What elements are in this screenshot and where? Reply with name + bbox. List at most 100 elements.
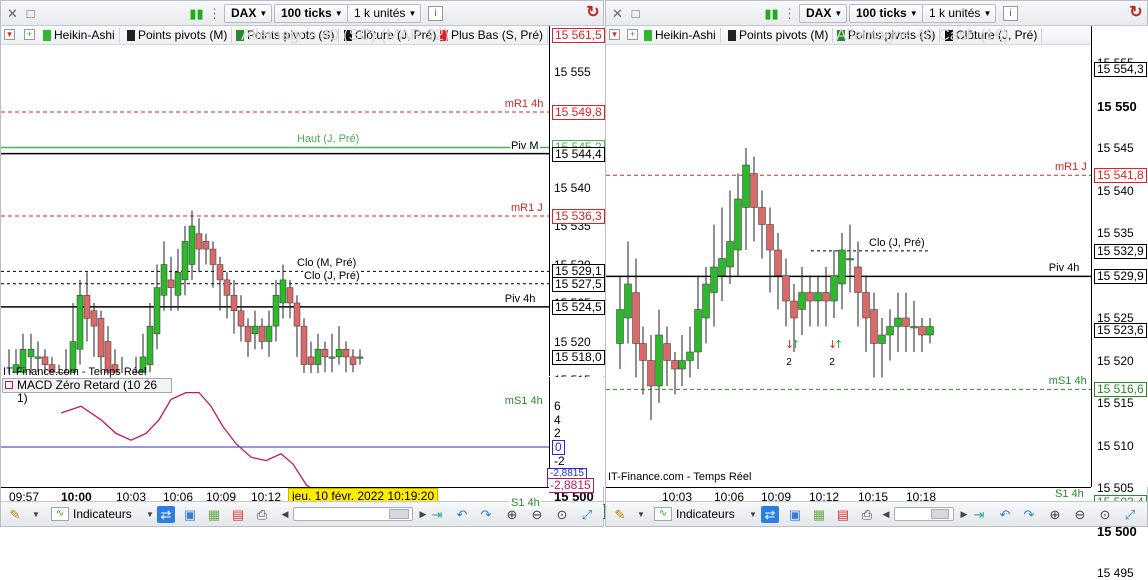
zoom-in-icon[interactable]: ⊕ <box>1046 506 1064 523</box>
zoom-out-icon[interactable]: ⊖ <box>1071 506 1089 523</box>
macd-axis[interactable]: 6420-20-2,8815-2,8815 <box>547 377 604 493</box>
close-icon[interactable]: ✕ <box>5 6 20 21</box>
history-scrollbar[interactable] <box>293 507 413 521</box>
candle-body <box>854 266 862 293</box>
goto-end-icon[interactable]: ⇥ <box>428 506 446 523</box>
price-tick-label: 15 495 <box>1097 566 1134 580</box>
info-button[interactable]: i <box>428 6 443 21</box>
indicators-button[interactable]: ∿ Indicateurs <box>654 505 735 524</box>
print-icon[interactable]: ⎙ <box>858 506 876 523</box>
candle-body <box>694 309 702 353</box>
candle-body <box>870 309 878 344</box>
candle-body <box>678 360 686 370</box>
redo-icon[interactable]: ↷ <box>1020 506 1038 523</box>
candle-body <box>188 225 196 265</box>
candlestick-icon[interactable]: ▮▮ <box>189 6 204 21</box>
left-price-chart[interactable] <box>1 45 549 373</box>
redo-icon[interactable]: ↷ <box>477 506 495 523</box>
draw-menu-icon[interactable]: ▼ <box>632 506 650 523</box>
scrollbar-thumb[interactable] <box>931 509 949 519</box>
candle-body <box>902 317 910 327</box>
history-scrollbar[interactable] <box>894 507 954 521</box>
zoom-reset-icon[interactable]: ⊙ <box>553 506 571 523</box>
remove-indicator-icon[interactable]: ▾ <box>609 29 620 40</box>
indicators-button[interactable]: ∿ Indicateurs <box>51 505 132 524</box>
draw-pencil-icon[interactable]: ✎ <box>6 506 24 523</box>
share-icon[interactable]: ⇄ <box>157 506 175 523</box>
scrollbar-thumb[interactable] <box>389 509 409 519</box>
left-price-axis[interactable]: 15 55515 55015 54515 54015 53515 53015 5… <box>549 26 605 519</box>
undo-icon[interactable]: ↶ <box>996 506 1014 523</box>
grid-icon[interactable]: ▤ <box>229 506 247 523</box>
candle-body <box>279 279 287 304</box>
grid-icon[interactable]: ▤ <box>834 506 852 523</box>
add-indicator-icon[interactable]: + <box>627 29 638 40</box>
candle-body <box>624 283 632 319</box>
legend-plus-bas[interactable]: Plus Bas (S, Pré) <box>438 28 549 43</box>
instrument-menu-icon[interactable]: ⋮ <box>207 6 222 21</box>
candle-body <box>862 292 870 319</box>
candle-body <box>806 292 814 302</box>
price-tag: 15 544,4 <box>552 146 605 162</box>
comment-icon[interactable]: ▣ <box>786 506 804 523</box>
dock-icon[interactable]: □ <box>628 6 643 21</box>
legend-heikin-ashi[interactable]: Heikin-Ashi <box>642 28 721 43</box>
add-indicator-icon[interactable]: + <box>24 29 35 40</box>
legend-heikin-ashi[interactable]: Heikin-Ashi <box>41 28 120 43</box>
candle-body <box>655 334 663 387</box>
candle-body <box>167 279 175 288</box>
share-icon[interactable]: ⇄ <box>761 506 779 523</box>
right-price-axis[interactable]: 15 55515 55015 54515 54015 53515 53015 5… <box>1091 26 1148 580</box>
goto-end-icon[interactable]: ⇥ <box>970 506 988 523</box>
print-icon[interactable]: ⎙ <box>253 506 271 523</box>
legend-pivots-m[interactable]: Points pivots (M) <box>125 28 233 43</box>
candle-body <box>926 326 934 336</box>
level-label-piv_4h: Piv 4h <box>1047 262 1081 275</box>
draw-pencil-icon[interactable]: ✎ <box>611 506 629 523</box>
fit-icon[interactable]: ⤢ <box>1121 506 1139 523</box>
refresh-icon[interactable]: ↻ <box>1127 4 1145 22</box>
undo-icon[interactable]: ↶ <box>453 506 471 523</box>
remove-indicator-icon[interactable]: ▾ <box>4 29 15 40</box>
zoom-reset-icon[interactable]: ⊙ <box>1096 506 1114 523</box>
candle-body <box>774 249 782 276</box>
signal-arrow-icon: ↑ <box>834 338 843 351</box>
candle-body <box>878 334 886 344</box>
ticks-select[interactable]: 100 ticks ▼ <box>849 4 923 23</box>
level-label-s1_4h: S1 4h <box>1054 487 1085 500</box>
instrument-menu-icon[interactable]: ⋮ <box>782 6 797 21</box>
indicators-menu-icon[interactable]: ▼ <box>744 506 762 523</box>
candlestick-icon[interactable]: ▮▮ <box>764 6 779 21</box>
scroll-left-end-icon[interactable]: ◀ <box>276 506 294 523</box>
legend-pivots-m[interactable]: Points pivots (M) <box>726 28 834 43</box>
ticks-select[interactable]: 100 ticks ▼ <box>274 4 348 23</box>
info-button[interactable]: i <box>1003 6 1018 21</box>
close-icon[interactable]: ✕ <box>610 6 625 21</box>
right-price-chart[interactable]: ↓↑2↓↑2 <box>606 45 1091 485</box>
instrument-select[interactable]: DAX ▼ <box>224 4 273 23</box>
price-tick-label: 15 510 <box>1097 438 1134 453</box>
candle-body <box>742 164 750 208</box>
macd-tick-label: 2 <box>554 426 561 441</box>
units-select[interactable]: 1 k unités ▼ <box>922 4 997 23</box>
refresh-icon[interactable]: ↻ <box>584 4 602 22</box>
image-icon[interactable]: ▦ <box>810 506 828 523</box>
draw-menu-icon[interactable]: ▼ <box>27 506 45 523</box>
macd-title[interactable]: MACD Zéro Retard (10 26 1) <box>2 378 172 405</box>
dock-icon[interactable]: □ <box>23 6 38 21</box>
source-label: IT-Finance.com - Temps Réel <box>608 471 752 483</box>
fit-icon[interactable]: ⤢ <box>578 506 596 523</box>
price-tag: 15 516,6 <box>1094 382 1147 398</box>
level-label-haut_j: Haut (J, Pré) <box>296 133 361 146</box>
price-tick-label: 15 505 <box>1097 481 1134 495</box>
macd-chart[interactable] <box>1 377 549 487</box>
units-select[interactable]: 1 k unités ▼ <box>347 4 422 23</box>
candle-body <box>244 325 252 342</box>
level-label-mr1_j: mR1 J <box>1054 161 1088 174</box>
candle-body <box>356 356 364 359</box>
image-icon[interactable]: ▦ <box>205 506 223 523</box>
scroll-left-end-icon[interactable]: ◀ <box>877 506 895 523</box>
comment-icon[interactable]: ▣ <box>181 506 199 523</box>
macd-tick-label: -2 <box>554 453 565 468</box>
instrument-select[interactable]: DAX ▼ <box>799 4 848 23</box>
